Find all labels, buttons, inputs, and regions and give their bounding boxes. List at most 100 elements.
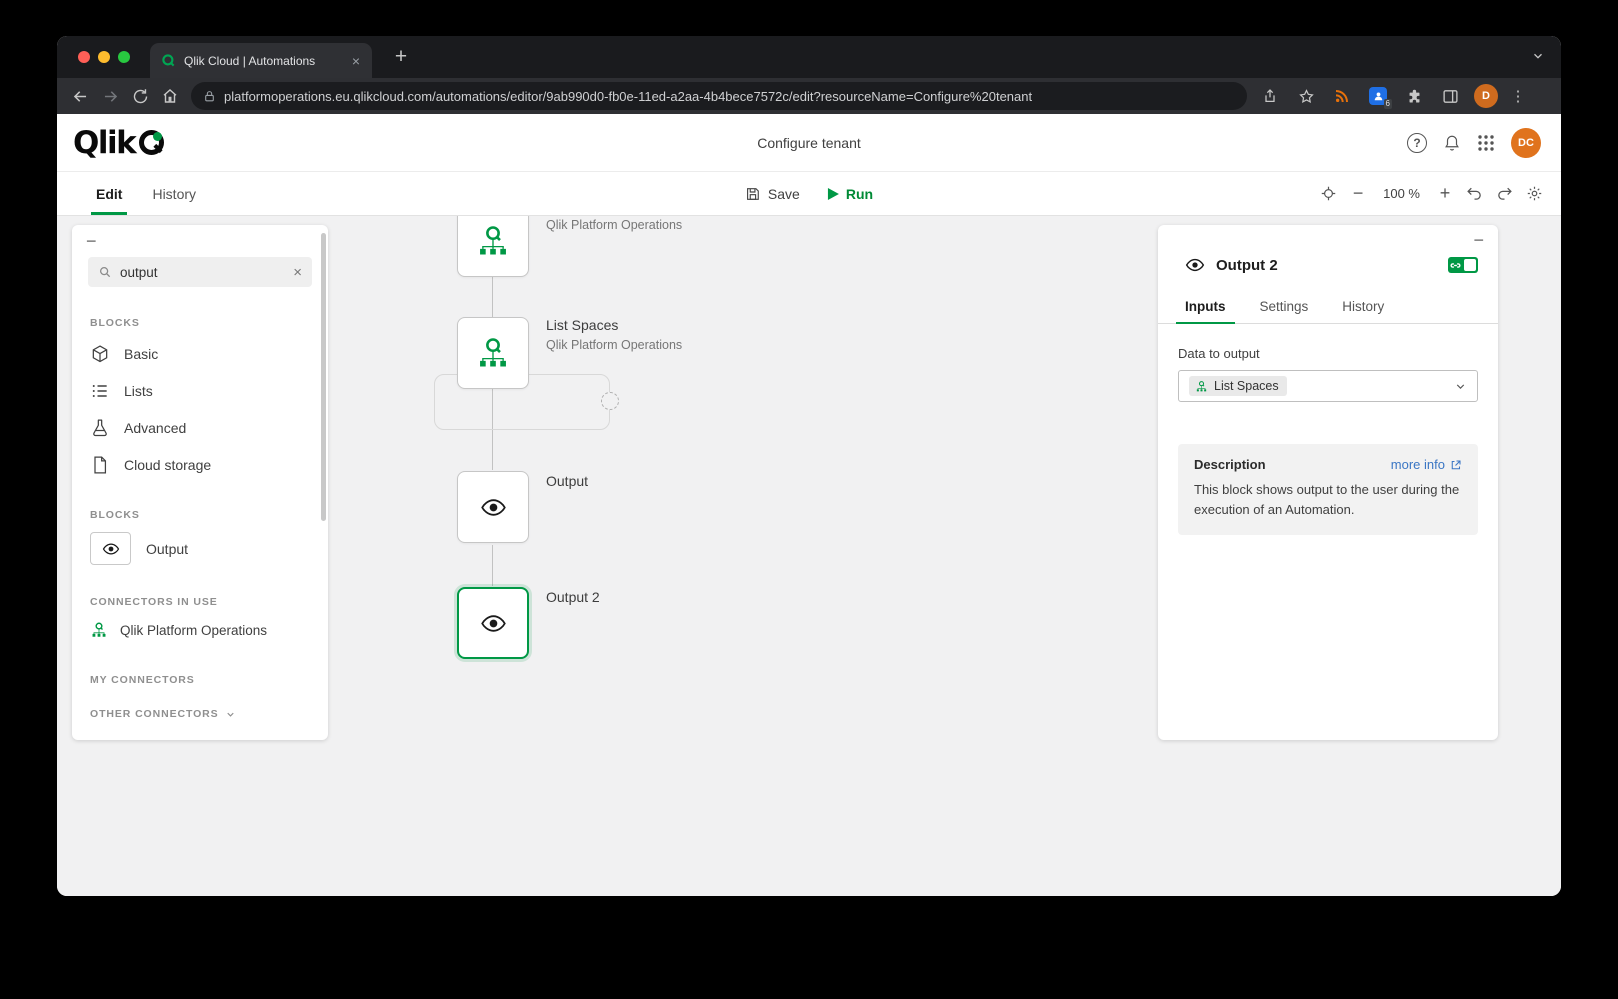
palette-item-lists[interactable]: Lists [72,372,328,409]
new-tab-button[interactable]: + [387,45,415,69]
data-to-output-select[interactable]: List Spaces [1178,370,1478,402]
list-icon [90,381,110,401]
palette-item-basic[interactable]: Basic [72,335,328,372]
side-panel-icon[interactable] [1435,81,1465,111]
back-icon[interactable] [65,81,95,111]
palette-item-advanced[interactable]: Advanced [72,409,328,446]
connector-line [492,545,493,586]
section-other-connectors[interactable]: OTHER CONNECTORS [90,708,310,720]
selected-output-chip: List Spaces [1189,376,1287,396]
forward-icon[interactable] [95,81,125,111]
link-icon [1450,260,1461,271]
app-header: Qlik Configure tenant ? DC [57,114,1561,172]
fullscreen-window-button[interactable] [118,51,130,63]
inspector-block-title: Output 2 [1216,257,1278,274]
tab-search-chevron-icon[interactable] [1531,49,1545,68]
extension-badge: 6 [1384,99,1392,109]
section-label-my-connectors: MY CONNECTORS [90,674,310,686]
tab-edit[interactable]: Edit [81,172,137,215]
block-qlik-connector-1[interactable] [457,216,529,277]
collapse-inspector-button[interactable]: − [1473,230,1484,251]
qlik-platform-operations-icon [1195,380,1208,393]
browser-window: Qlik Cloud | Automations × + platformope… [57,36,1561,896]
share-icon[interactable] [1255,81,1285,111]
site-security-lock-icon[interactable] [203,90,216,103]
browser-menu-icon[interactable]: ⋮ [1507,87,1529,105]
block-search[interactable]: × [88,257,312,287]
block-list-spaces[interactable] [457,317,529,389]
block-enabled-toggle[interactable] [1448,257,1478,273]
block-label: List Spaces Qlik Platform Operations [546,317,682,354]
run-button[interactable]: Run [828,186,873,202]
play-icon [828,188,839,200]
undo-icon[interactable] [1466,185,1483,202]
tab-close-icon[interactable]: × [350,53,362,69]
editor-main: Qlik Platform Operations List Spaces Qli… [57,216,1561,896]
center-canvas-crosshair-icon[interactable] [1320,185,1337,202]
extensions-puzzle-icon[interactable] [1399,81,1429,111]
tab-settings[interactable]: Settings [1243,290,1326,323]
block-inspector-panel: − Output 2 Inputs Settings History Data … [1158,225,1498,740]
rss-extension-icon[interactable] [1327,81,1357,111]
header-actions: ? DC [1407,128,1541,158]
tab-history[interactable]: History [137,172,211,215]
close-window-button[interactable] [78,51,90,63]
chevron-down-icon [1454,380,1467,393]
reload-icon[interactable] [125,81,155,111]
palette-scrollbar[interactable] [321,233,326,521]
section-label-blocks: BLOCKS [90,317,310,329]
browser-nav-bar: platformoperations.eu.qlikcloud.com/auto… [57,78,1561,114]
section-label-connectors-in-use: CONNECTORS IN USE [90,596,310,608]
tab-history[interactable]: History [1325,290,1401,323]
chevron-down-icon [225,709,236,720]
block-output[interactable] [457,471,529,543]
notifications-bell-icon[interactable] [1443,134,1461,152]
save-icon [745,186,761,202]
save-button[interactable]: Save [745,186,800,202]
help-icon[interactable]: ? [1407,133,1427,153]
bookmark-star-icon[interactable] [1291,81,1321,111]
eye-icon [480,610,507,637]
connector-qlik-platform-operations[interactable]: Qlik Platform Operations [72,614,328,646]
browser-tab[interactable]: Qlik Cloud | Automations × [150,43,372,78]
collapse-palette-button[interactable]: − [72,225,97,249]
zoom-out-button[interactable]: − [1350,183,1366,204]
palette-item-cloud-storage[interactable]: Cloud storage [72,446,328,483]
inspector-header: Output 2 [1158,225,1498,275]
qlik-platform-operations-icon [475,223,511,259]
editor-mode-tabs: Edit History [81,172,211,215]
browser-actions: 6 D ⋮ [1255,81,1529,111]
account-extension-icon[interactable]: 6 [1363,81,1393,111]
clear-search-icon[interactable]: × [293,264,302,281]
qlik-logo[interactable]: Qlik [73,125,164,161]
toolbar-right-actions: − 100 % + [1320,183,1543,204]
section-label-blocks-2: BLOCKS [90,509,310,521]
search-icon [98,265,112,279]
block-output-2[interactable] [457,587,529,659]
eye-icon [102,540,120,558]
tab-inputs[interactable]: Inputs [1168,290,1243,323]
zoom-level: 100 % [1379,186,1424,201]
drop-zone-connector[interactable] [601,392,619,410]
more-info-link[interactable]: more info [1391,457,1462,472]
browser-profile-avatar[interactable]: D [1471,81,1501,111]
zoom-in-button[interactable]: + [1437,183,1453,204]
qlik-platform-operations-icon [475,335,511,371]
url-bar[interactable]: platformoperations.eu.qlikcloud.com/auto… [191,82,1247,110]
description-text: This block shows output to the user duri… [1194,480,1462,520]
user-avatar[interactable]: DC [1511,128,1541,158]
browser-tab-bar: Qlik Cloud | Automations × + [57,36,1561,78]
app-launcher-waffle-icon[interactable] [1477,134,1495,152]
block-label: Output [546,473,588,490]
eye-icon [1185,255,1205,275]
automation-title: Configure tenant [757,135,861,151]
settings-gear-icon[interactable] [1526,185,1543,202]
minimize-window-button[interactable] [98,51,110,63]
search-input[interactable] [120,265,285,280]
block-label: Qlik Platform Operations [546,217,682,234]
home-icon[interactable] [155,81,185,111]
palette-item-output[interactable]: Output [72,527,328,570]
redo-icon[interactable] [1496,185,1513,202]
inspector-tabs: Inputs Settings History [1158,290,1498,324]
window-controls [78,51,130,63]
